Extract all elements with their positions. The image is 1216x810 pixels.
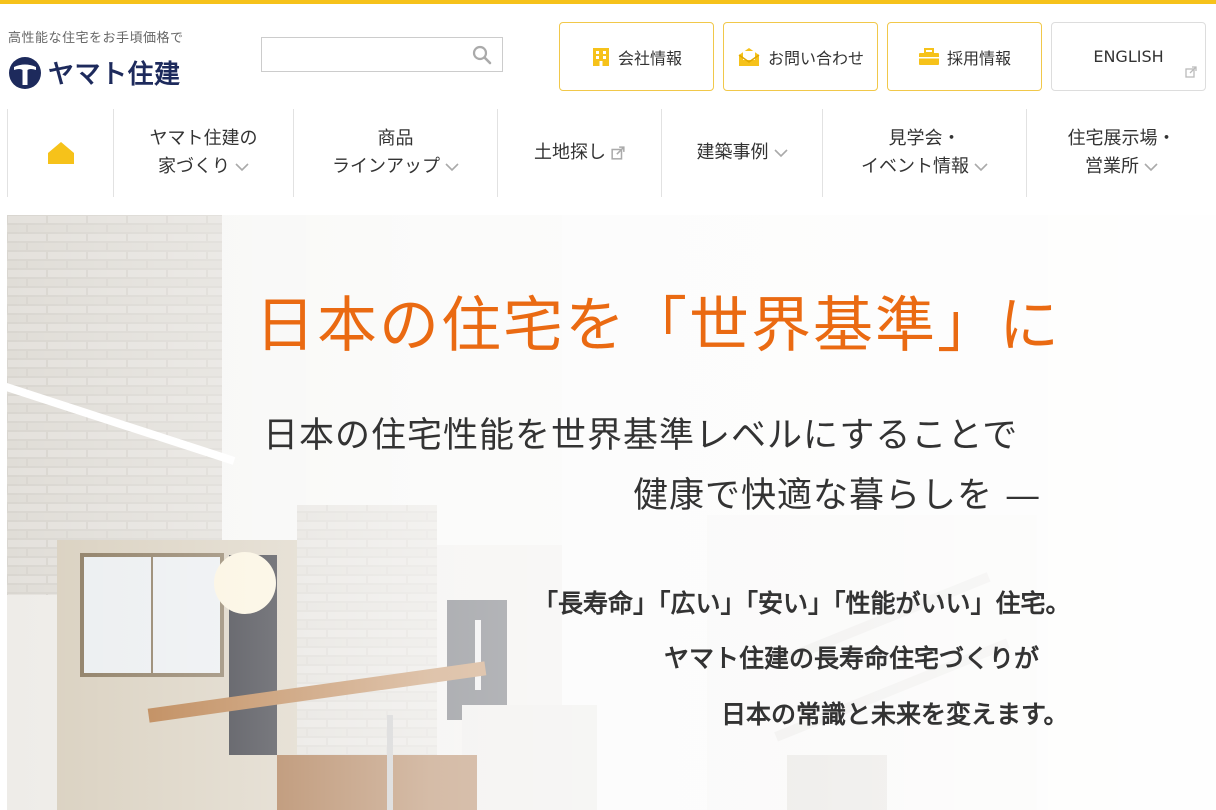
hero-title: 日本の住宅を「世界基準」に	[255, 291, 1061, 361]
mail-icon	[737, 47, 761, 67]
search-icon[interactable]	[472, 45, 492, 65]
external-link-icon	[611, 146, 625, 160]
external-link-icon	[1185, 63, 1197, 82]
briefcase-icon	[918, 47, 940, 66]
nav-label-line2: ラインアップ	[332, 156, 440, 177]
chevron-down-icon	[773, 148, 788, 157]
global-nav: ヤマト住建の 家づくり 商品 ラインアップ 土地探し 建築事例 見学会・ イベン…	[7, 109, 1216, 197]
nav-label-line1: 見学会・	[888, 128, 961, 150]
nav-home[interactable]	[8, 109, 114, 197]
building-icon	[591, 47, 611, 67]
nav-item-label: 商品 ラインアップ	[332, 125, 459, 181]
nav-label-line1: 商品	[377, 128, 414, 150]
home-icon	[47, 142, 74, 164]
chevron-down-icon	[445, 162, 459, 171]
company-info-button[interactable]: 会社情報	[559, 22, 714, 91]
contact-label: お問い合わせ	[767, 48, 864, 68]
nav-label-line2: 家づくり	[158, 156, 230, 177]
chevron-down-icon	[235, 162, 249, 171]
site-logo[interactable]: ヤマト住建	[8, 54, 181, 91]
english-label: ENGLISH	[1093, 47, 1164, 66]
hero-banner[interactable]: 日本の住宅を「世界基準」に 日本の住宅性能を世界基準レベルにすることで 健康で快…	[7, 215, 1216, 810]
chevron-down-icon	[1144, 162, 1158, 171]
contact-button[interactable]: お問い合わせ	[723, 22, 878, 91]
nav-item-lineup[interactable]: 商品 ラインアップ	[294, 109, 498, 197]
recruit-button[interactable]: 採用情報	[887, 22, 1042, 91]
nav-item-house-building[interactable]: ヤマト住建の 家づくり	[114, 109, 294, 197]
nav-item-label: 見学会・ イベント情報	[861, 125, 988, 181]
nav-item-land-search[interactable]: 土地探し	[498, 109, 662, 197]
nav-label-line1: 土地探し	[534, 142, 606, 164]
company-info-label: 会社情報	[617, 48, 682, 68]
site-tagline: 高性能な住宅をお手頃価格で	[8, 31, 184, 46]
nav-item-label: 建築事例	[697, 139, 788, 167]
nav-item-events[interactable]: 見学会・ イベント情報	[823, 109, 1027, 197]
hero-subtitle-line1: 日本の住宅性能を世界基準レベルにすることで	[263, 416, 1019, 456]
recruit-label: 採用情報	[946, 48, 1011, 68]
top-accent-bar	[0, 0, 1216, 4]
nav-item-label: ヤマト住建の 家づくり	[150, 125, 258, 181]
nav-item-label: 住宅展示場・ 営業所	[1068, 125, 1176, 181]
nav-item-cases[interactable]: 建築事例	[662, 109, 823, 197]
search-input[interactable]	[262, 38, 462, 71]
nav-item-showrooms[interactable]: 住宅展示場・ 営業所	[1027, 109, 1216, 197]
hero-copy-line2: ヤマト住建の長寿命住宅づくりが	[664, 644, 1040, 673]
hero-copy-line3: 日本の常識と未来を変えます。	[721, 700, 1069, 729]
nav-label-line1: 建築事例	[696, 142, 769, 164]
nav-item-label: 土地探し	[534, 139, 625, 167]
nav-label-line1: 住宅展示場・	[1067, 128, 1176, 150]
logo-mark-icon	[9, 56, 41, 89]
nav-label-line1: ヤマト住建の	[149, 128, 258, 150]
logo-text: ヤマト住建	[48, 60, 181, 90]
nav-label-line2: 営業所	[1085, 156, 1139, 177]
hero-subtitle-line2: 健康で快適な暮らしを —	[633, 476, 1042, 516]
chevron-down-icon	[974, 162, 988, 171]
english-button[interactable]: ENGLISH	[1051, 22, 1206, 91]
hero-copy-line1: 「長寿命」「広い」「安い」「性能がいい」住宅。	[533, 589, 1071, 618]
nav-label-line2: イベント情報	[861, 156, 969, 177]
search-box	[261, 37, 503, 72]
